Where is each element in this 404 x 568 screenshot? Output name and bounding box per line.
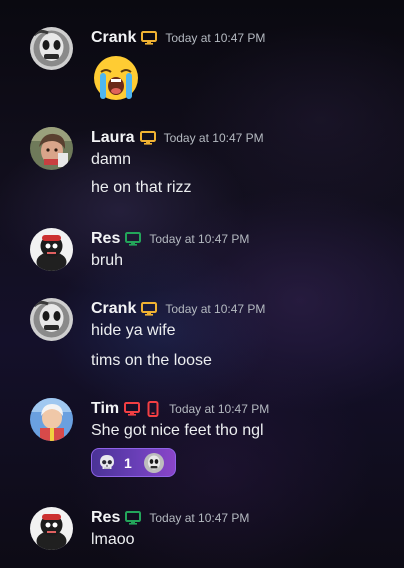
desktop-icon bbox=[125, 510, 142, 526]
username[interactable]: Res bbox=[91, 509, 120, 527]
timestamp[interactable]: Today at 10:47 PM bbox=[164, 131, 264, 145]
username[interactable]: Tim bbox=[91, 400, 119, 418]
message-text: bruh bbox=[91, 252, 124, 269]
desktop-icon bbox=[141, 301, 158, 317]
reaction-count: 1 bbox=[124, 454, 132, 471]
timestamp[interactable]: Today at 10:47 PM bbox=[165, 302, 265, 316]
avatar[interactable] bbox=[30, 298, 73, 341]
username[interactable]: Laura bbox=[91, 129, 135, 147]
message-text: lmaoo bbox=[91, 531, 135, 548]
avatar[interactable] bbox=[30, 228, 73, 271]
avatar[interactable] bbox=[30, 127, 73, 170]
avatar[interactable] bbox=[30, 27, 73, 70]
desktop-icon bbox=[125, 231, 142, 247]
username[interactable]: Res bbox=[91, 230, 120, 248]
loudly-crying-face-emoji[interactable] bbox=[91, 53, 141, 103]
avatar[interactable] bbox=[30, 507, 73, 550]
desktop-icon bbox=[139, 130, 156, 146]
username[interactable]: Crank bbox=[91, 29, 136, 47]
username[interactable]: Crank bbox=[91, 300, 136, 318]
avatar[interactable] bbox=[30, 398, 73, 441]
message-text: She got nice feet tho ngl bbox=[91, 422, 264, 439]
reactor-avatar bbox=[143, 452, 164, 473]
timestamp[interactable]: Today at 10:47 PM bbox=[169, 402, 269, 416]
timestamp[interactable]: Today at 10:47 PM bbox=[149, 232, 249, 246]
mobile-icon bbox=[145, 401, 161, 417]
desktop-icon bbox=[141, 30, 158, 46]
timestamp[interactable]: Today at 10:47 PM bbox=[165, 31, 265, 45]
reaction-button[interactable]: 1 bbox=[91, 448, 176, 477]
message-text: he on that rizz bbox=[91, 179, 192, 196]
message-text: damn bbox=[91, 151, 132, 168]
message-text: tims on the loose bbox=[91, 352, 212, 369]
message-text: hide ya wife bbox=[91, 322, 176, 339]
skull-emoji bbox=[98, 454, 116, 472]
desktop-icon bbox=[124, 401, 141, 417]
timestamp[interactable]: Today at 10:47 PM bbox=[149, 511, 249, 525]
